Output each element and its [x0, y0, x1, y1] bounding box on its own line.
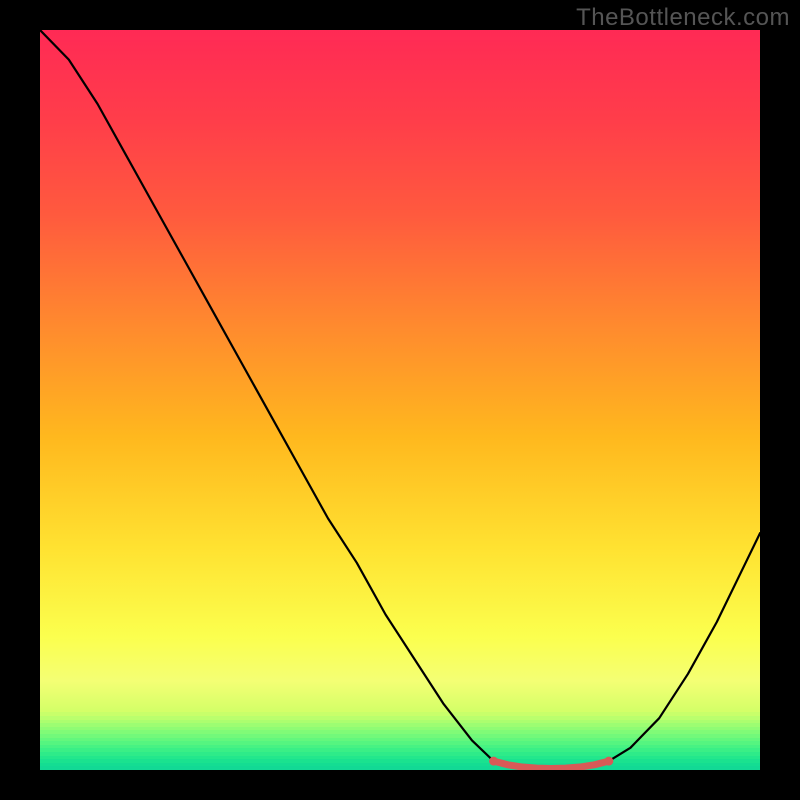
- watermark-text: TheBottleneck.com: [576, 4, 790, 32]
- plot-area: [40, 30, 760, 770]
- highlight-endpoint: [604, 757, 613, 766]
- chart-frame: TheBottleneck.com: [0, 0, 800, 800]
- curve-svg: [40, 30, 760, 770]
- bottleneck-curve: [40, 30, 760, 769]
- highlight-endpoint: [489, 757, 498, 766]
- highlight-segment: [494, 761, 609, 768]
